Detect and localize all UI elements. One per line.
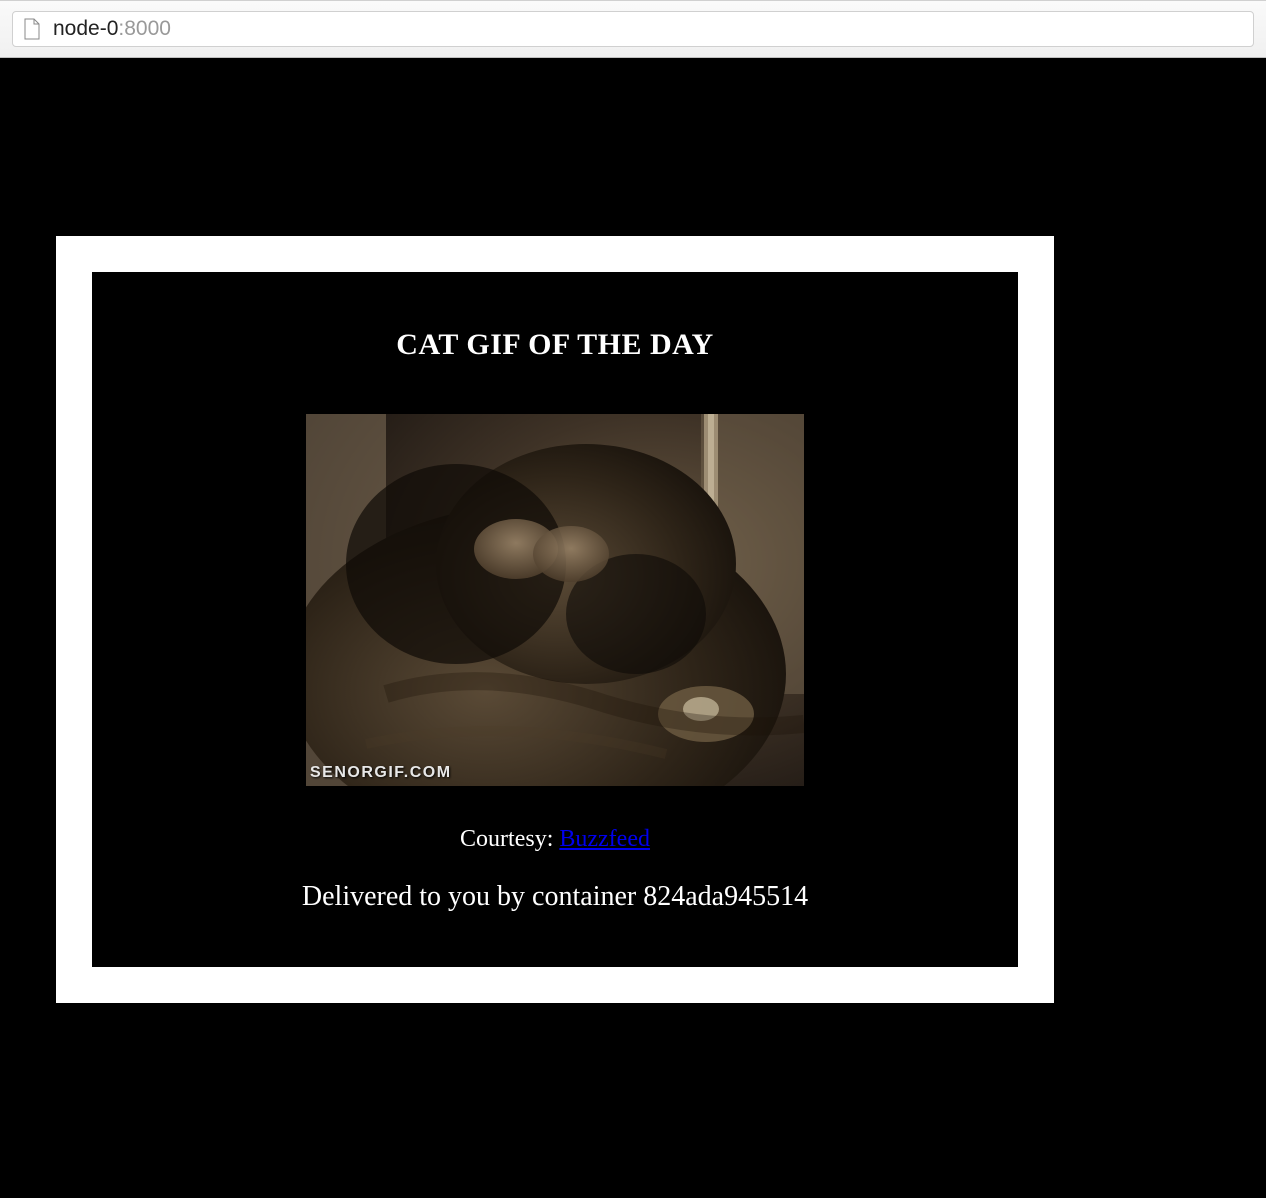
- delivered-prefix: Delivered to you by container: [302, 881, 643, 912]
- browser-chrome: node-0:8000: [0, 0, 1266, 58]
- url-host: node-0: [53, 17, 118, 41]
- gif-watermark: SENORGIF.COM: [310, 764, 452, 782]
- cat-gif-image: SENORGIF.COM: [306, 414, 804, 786]
- page-icon: [23, 18, 41, 40]
- address-bar[interactable]: node-0:8000: [12, 11, 1254, 47]
- courtesy-link[interactable]: Buzzfeed: [559, 826, 650, 852]
- outer-card: CAT GIF OF THE DAY: [56, 236, 1054, 1003]
- url-port: :8000: [118, 17, 171, 41]
- page-viewport: CAT GIF OF THE DAY: [0, 58, 1266, 1198]
- inner-card: CAT GIF OF THE DAY: [92, 272, 1018, 967]
- courtesy-line: Courtesy: Buzzfeed: [132, 826, 978, 853]
- courtesy-label: Courtesy:: [460, 826, 559, 852]
- container-id: 824ada945514: [643, 881, 808, 912]
- page-heading: CAT GIF OF THE DAY: [132, 328, 978, 362]
- delivered-line: Delivered to you by container 824ada9455…: [132, 881, 978, 913]
